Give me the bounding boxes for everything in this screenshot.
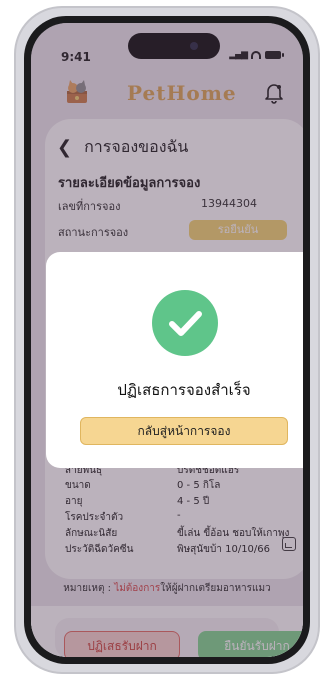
screen: 9:41 ▂▄▆ PetHome ❮ การจองของฉัน รายละเอี… — [31, 23, 303, 657]
phone-frame: 9:41 ▂▄▆ PetHome ❮ การจองของฉัน รายละเอี… — [14, 6, 320, 674]
success-circle — [152, 290, 218, 356]
back-to-bookings-button[interactable]: กลับสู่หน้าการจอง — [80, 417, 288, 445]
success-modal: ปฏิเสธการจองสำเร็จ กลับสู่หน้าการจอง — [46, 252, 303, 468]
modal-title: ปฏิเสธการจองสำเร็จ — [117, 381, 251, 399]
check-icon — [169, 311, 202, 336]
phone-bezel: 9:41 ▂▄▆ PetHome ❮ การจองของฉัน รายละเอี… — [24, 16, 310, 664]
